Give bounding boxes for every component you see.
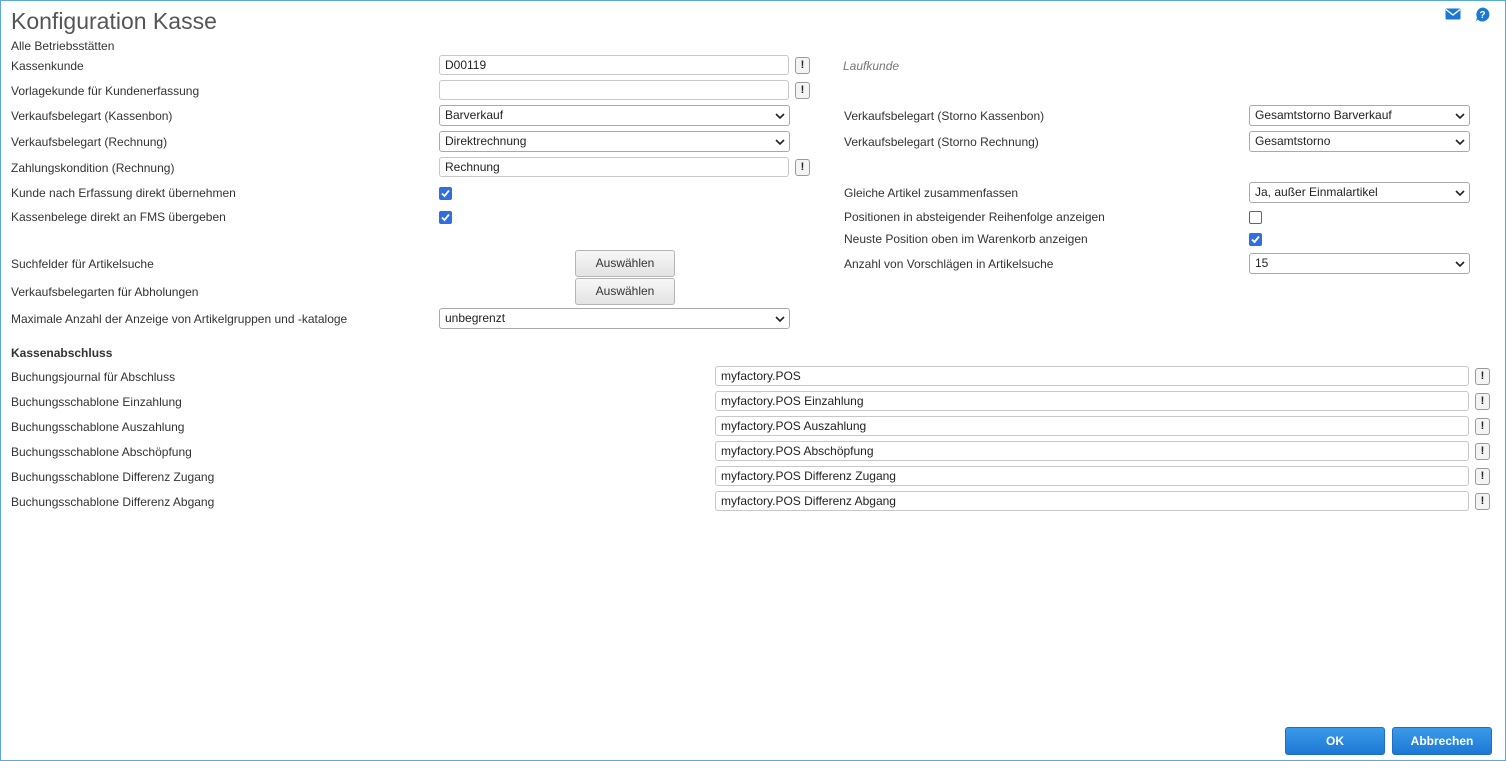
gleiche-artikel-label: Gleiche Artikel zusammenfassen — [844, 186, 1019, 200]
schablone-einzahlung-lookup-button[interactable]: ! — [1475, 393, 1490, 410]
buchungsjournal-input[interactable]: myfactory.POS — [715, 366, 1469, 386]
absteigend-label: Positionen in absteigender Reihenfolge a… — [844, 210, 1105, 224]
schablone-abschoepfung-label: Buchungsschablone Abschöpfung — [11, 445, 192, 459]
svg-text:?: ? — [1479, 10, 1485, 21]
abholungen-label: Verkaufsbelegarten für Abholungen — [11, 285, 199, 299]
zahlungskondition-input[interactable]: Rechnung — [439, 157, 789, 177]
chevron-down-icon — [1455, 113, 1465, 120]
storno-rechnung-select[interactable]: Gesamtstorno — [1249, 131, 1470, 152]
schablone-differenz-zugang-label: Buchungsschablone Differenz Zugang — [11, 470, 215, 484]
storno-kassenbon-label: Verkaufsbelegart (Storno Kassenbon) — [844, 109, 1045, 123]
schablone-auszahlung-label: Buchungsschablone Auszahlung — [11, 420, 185, 434]
schablone-abschoepfung-lookup-button[interactable]: ! — [1475, 443, 1490, 460]
suchfelder-auswaehlen-button[interactable]: Auswählen — [575, 250, 675, 277]
storno-kassenbon-value: Gesamtstorno Barverkauf — [1255, 108, 1392, 122]
schablone-differenz-abgang-input[interactable]: myfactory.POS Differenz Abgang — [715, 491, 1469, 511]
max-anzeige-value: unbegrenzt — [445, 311, 506, 325]
neuste-oben-checkbox[interactable] — [1249, 233, 1262, 246]
schablone-abschoepfung-input[interactable]: myfactory.POS Abschöpfung — [715, 441, 1469, 461]
chevron-down-icon — [775, 316, 785, 323]
fms-uebergeben-label: Kassenbelege direkt an FMS übergeben — [11, 210, 226, 224]
storno-rechnung-value: Gesamtstorno — [1255, 134, 1331, 148]
vorschlaege-select[interactable]: 15 — [1249, 253, 1470, 274]
verkauf-rechnung-label: Verkaufsbelegart (Rechnung) — [11, 135, 168, 149]
vorlagekunde-lookup-button[interactable]: ! — [795, 82, 810, 99]
storno-rechnung-label: Verkaufsbelegart (Storno Rechnung) — [844, 135, 1039, 149]
vorlagekunde-input[interactable] — [439, 80, 789, 100]
verkauf-kassenbon-value: Barverkauf — [445, 108, 504, 122]
schablone-differenz-zugang-input[interactable]: myfactory.POS Differenz Zugang — [715, 466, 1469, 486]
vorschlaege-label: Anzahl von Vorschlägen in Artikelsuche — [844, 257, 1054, 271]
kunde-uebernehmen-label: Kunde nach Erfassung direkt übernehmen — [11, 186, 236, 200]
cancel-button[interactable]: Abbrechen — [1392, 727, 1492, 755]
schablone-differenz-abgang-label: Buchungsschablone Differenz Abgang — [11, 495, 215, 509]
gleiche-artikel-select[interactable]: Ja, außer Einmalartikel — [1249, 182, 1470, 203]
page-subtitle: Alle Betriebsstätten — [11, 39, 115, 53]
verkauf-rechnung-select[interactable]: Direktrechnung — [439, 131, 790, 152]
kassenkunde-lookup-button[interactable]: ! — [795, 57, 810, 74]
chevron-down-icon — [1455, 261, 1465, 268]
schablone-differenz-zugang-lookup-button[interactable]: ! — [1475, 468, 1490, 485]
kassenkunde-hint: Laufkunde — [843, 59, 900, 73]
suchfelder-label: Suchfelder für Artikelsuche — [11, 257, 154, 271]
fms-uebergeben-checkbox[interactable] — [439, 211, 452, 224]
page-title: Konfiguration Kasse — [11, 8, 217, 34]
kassenkunde-label: Kassenkunde — [11, 59, 84, 73]
kassenkunde-input[interactable]: D00119 — [439, 55, 789, 75]
verkauf-rechnung-value: Direktrechnung — [445, 134, 527, 148]
vorlagekunde-label: Vorlagekunde für Kundenerfassung — [11, 84, 200, 98]
zahlungskondition-lookup-button[interactable]: ! — [795, 159, 810, 176]
chevron-down-icon — [775, 139, 785, 146]
max-anzeige-label: Maximale Anzahl der Anzeige von Artikelg… — [11, 312, 348, 326]
buchungsjournal-label: Buchungsjournal für Abschluss — [11, 370, 176, 384]
help-icon[interactable]: ? — [1475, 7, 1490, 22]
abholungen-auswaehlen-button[interactable]: Auswählen — [575, 278, 675, 305]
buchungsjournal-lookup-button[interactable]: ! — [1475, 368, 1490, 385]
vorschlaege-value: 15 — [1255, 256, 1269, 270]
storno-kassenbon-select[interactable]: Gesamtstorno Barverkauf — [1249, 105, 1470, 126]
mail-icon[interactable] — [1445, 8, 1461, 20]
chevron-down-icon — [1455, 190, 1465, 197]
schablone-auszahlung-lookup-button[interactable]: ! — [1475, 418, 1490, 435]
schablone-differenz-abgang-lookup-button[interactable]: ! — [1475, 493, 1490, 510]
absteigend-checkbox[interactable] — [1249, 211, 1262, 224]
schablone-einzahlung-input[interactable]: myfactory.POS Einzahlung — [715, 391, 1469, 411]
chevron-down-icon — [1455, 139, 1465, 146]
kassenabschluss-heading: Kassenabschluss — [11, 346, 113, 360]
kunde-uebernehmen-checkbox[interactable] — [439, 187, 452, 200]
schablone-einzahlung-label: Buchungsschablone Einzahlung — [11, 395, 182, 409]
verkauf-kassenbon-select[interactable]: Barverkauf — [439, 105, 790, 126]
ok-button[interactable]: OK — [1285, 727, 1385, 755]
schablone-auszahlung-input[interactable]: myfactory.POS Auszahlung — [715, 416, 1469, 436]
max-anzeige-select[interactable]: unbegrenzt — [439, 308, 790, 329]
neuste-oben-label: Neuste Position oben im Warenkorb anzeig… — [844, 232, 1088, 246]
gleiche-artikel-value: Ja, außer Einmalartikel — [1255, 185, 1378, 199]
zahlungskondition-label: Zahlungskondition (Rechnung) — [11, 161, 175, 175]
verkauf-kassenbon-label: Verkaufsbelegart (Kassenbon) — [11, 109, 173, 123]
chevron-down-icon — [775, 113, 785, 120]
